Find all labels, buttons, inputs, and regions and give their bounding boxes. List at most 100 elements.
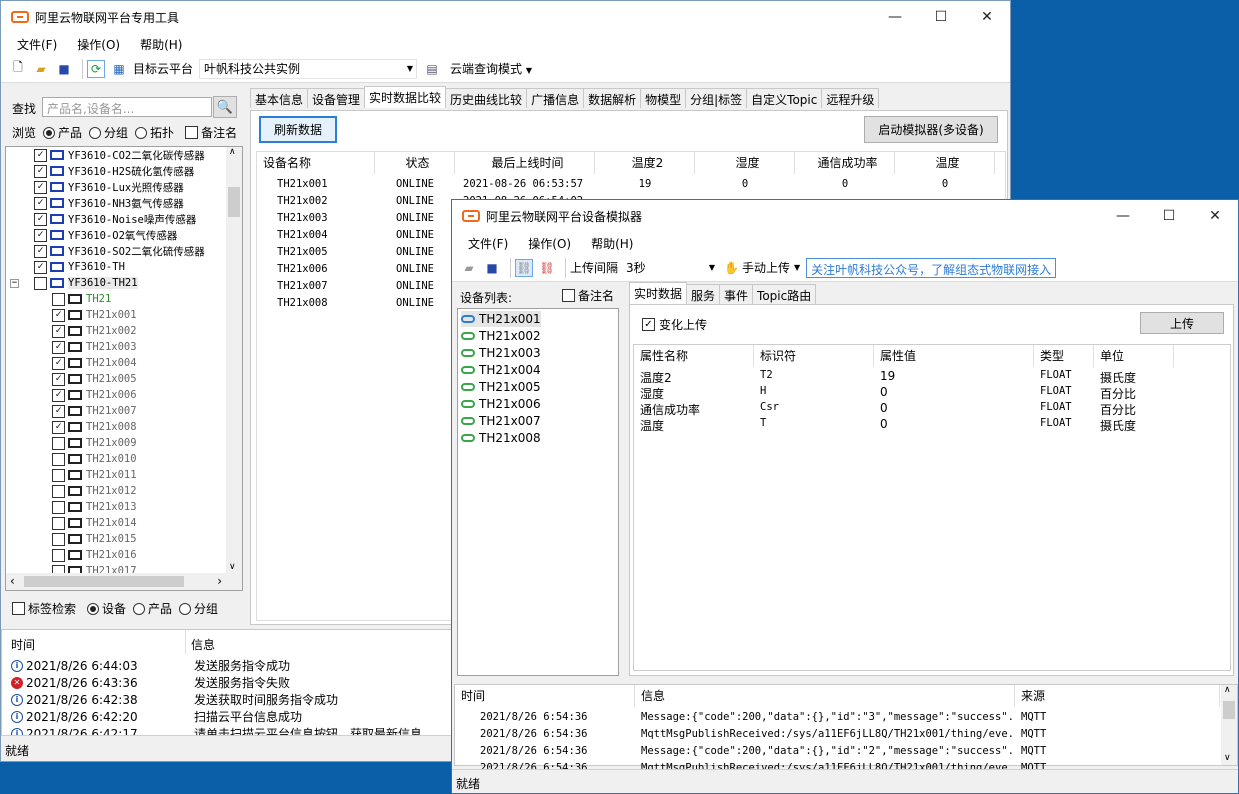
device-list-item[interactable]: TH21x003 bbox=[461, 345, 541, 361]
tree-node[interactable]: ✓ TH21x002 bbox=[52, 323, 137, 339]
upload-interval-select[interactable]: 3秒 ▼ bbox=[622, 257, 719, 278]
network-icon[interactable]: ▦ bbox=[110, 60, 128, 78]
tree-node-checkbox[interactable] bbox=[52, 468, 65, 482]
tree-node[interactable]: ✓ TH21x006 bbox=[52, 387, 137, 403]
menu-operate[interactable]: 操作(O) bbox=[67, 36, 130, 53]
tree-hscroll[interactable]: ‹ › bbox=[6, 573, 242, 590]
minimize-icon[interactable]: — bbox=[1100, 200, 1146, 232]
tree-node-checkbox[interactable]: ✓ bbox=[34, 260, 47, 274]
sim-note-checkbox[interactable] bbox=[562, 289, 575, 302]
sim-log-vscroll-thumb[interactable] bbox=[1223, 701, 1235, 719]
tree-node[interactable]: ✓ TH21x001 bbox=[52, 307, 137, 323]
table-row[interactable]: 通信成功率 Csr 0 FLOAT 百分比 bbox=[634, 401, 1174, 418]
log-column-header[interactable]: 时间 bbox=[455, 685, 635, 707]
device-list-item[interactable]: TH21x004 bbox=[461, 362, 541, 378]
device-list-item[interactable]: TH21x006 bbox=[461, 396, 541, 412]
tag-search-checkbox[interactable] bbox=[12, 602, 25, 615]
tree-node-checkbox[interactable]: ✓ bbox=[34, 164, 47, 178]
tree-node[interactable]: ✓ TH21x003 bbox=[52, 339, 137, 355]
new-file-icon[interactable]: 🗋 bbox=[9, 60, 27, 78]
filter-group-radio[interactable] bbox=[179, 602, 192, 615]
tree-node-checkbox[interactable] bbox=[52, 292, 65, 306]
device-list-item[interactable]: TH21x008 bbox=[461, 430, 541, 446]
save-icon[interactable]: ■ bbox=[483, 259, 501, 277]
maximize-icon[interactable]: ☐ bbox=[918, 1, 964, 33]
search-input[interactable]: 产品名,设备名... bbox=[42, 97, 212, 117]
tree-hscroll-thumb[interactable] bbox=[24, 576, 184, 587]
tree-node[interactable]: TH21x016 bbox=[52, 547, 137, 563]
search-button[interactable]: 🔍 bbox=[213, 96, 237, 118]
list-item[interactable]: i 2021/8/26 6:42:38 发送获取时间服务指令成功 bbox=[11, 691, 338, 708]
sim-tab-3[interactable]: Topic路由 bbox=[752, 284, 817, 304]
sim-log-vscroll[interactable]: ∧ ∨ bbox=[1221, 685, 1237, 765]
sim-tab-2[interactable]: 事件 bbox=[719, 284, 754, 304]
property-column-header[interactable]: 属性值 bbox=[874, 345, 1034, 367]
filter-device-radio[interactable] bbox=[87, 602, 100, 615]
tree-node[interactable]: TH21x014 bbox=[52, 515, 137, 531]
tree-node[interactable]: ✓ YF3610-TH bbox=[34, 259, 125, 275]
filter-product-radio[interactable] bbox=[133, 602, 146, 615]
query-mode-icon[interactable]: ▤ bbox=[423, 60, 441, 78]
table-row[interactable]: 温度 T 0 FLOAT 摄氏度 bbox=[634, 417, 1174, 434]
open-folder-icon[interactable]: ▰ bbox=[460, 259, 478, 277]
tab-3[interactable]: 历史曲线比较 bbox=[445, 88, 528, 108]
tab-5[interactable]: 数据解析 bbox=[583, 88, 642, 108]
tree-node[interactable]: TH21x009 bbox=[52, 435, 137, 451]
tab-4[interactable]: 广播信息 bbox=[526, 88, 585, 108]
grid-column-header[interactable]: 最后上线时间 bbox=[455, 152, 595, 174]
property-column-header[interactable]: 属性名称 bbox=[634, 345, 754, 367]
manual-upload-button[interactable]: ✋ 手动上传 ▼ bbox=[724, 259, 800, 276]
change-upload-checkbox[interactable]: ✓ bbox=[642, 318, 655, 331]
tree-node[interactable]: TH21x011 bbox=[52, 467, 137, 483]
tab-1[interactable]: 设备管理 bbox=[307, 88, 366, 108]
tree-node[interactable]: − YF3610-TH21 bbox=[10, 275, 138, 291]
refresh-icon[interactable]: ⟳ bbox=[87, 59, 105, 78]
tree-node[interactable]: ✓ YF3610-O2氧气传感器 bbox=[34, 227, 177, 243]
list-item[interactable]: i 2021/8/26 6:42:20 扫描云平台信息成功 bbox=[11, 708, 302, 725]
tree-node[interactable]: TH21x013 bbox=[52, 499, 137, 515]
property-column-header[interactable]: 标识符 bbox=[754, 345, 874, 367]
sim-tab-1[interactable]: 服务 bbox=[686, 284, 721, 304]
tree-node-checkbox[interactable]: ✓ bbox=[52, 356, 65, 370]
tree-vscroll-thumb[interactable] bbox=[228, 187, 240, 217]
tree-node-checkbox[interactable]: ✓ bbox=[52, 308, 65, 322]
close-icon[interactable]: ✕ bbox=[964, 1, 1010, 33]
sim-tab-0[interactable]: 实时数据 bbox=[629, 282, 688, 304]
save-icon[interactable]: ■ bbox=[55, 60, 73, 78]
disconnect-icon[interactable]: ⛓ bbox=[538, 259, 556, 277]
tree-vscroll[interactable]: ∧ ∨ bbox=[226, 147, 242, 574]
radio-product[interactable] bbox=[43, 126, 56, 139]
tree-node-checkbox[interactable]: ✓ bbox=[34, 196, 47, 210]
radio-group[interactable] bbox=[89, 126, 102, 139]
main-titlebar[interactable]: 阿里云物联网平台专用工具 — ☐ ✕ bbox=[1, 1, 1010, 33]
list-item[interactable]: 2021/8/26 6:54:36 Message:{"code":200,"da… bbox=[455, 745, 1220, 757]
tree-node[interactable]: TH21x012 bbox=[52, 483, 137, 499]
tree-node-checkbox[interactable] bbox=[52, 532, 65, 546]
tree-node-checkbox[interactable]: ✓ bbox=[34, 148, 47, 162]
sim-device-list[interactable]: TH21x001 TH21x002 TH21x003 TH21x004 TH21x005… bbox=[457, 308, 619, 676]
tree-node[interactable]: ✓ YF3610-NH3氨气传感器 bbox=[34, 195, 184, 211]
target-platform-select[interactable]: 叶帆科技公共实例 ▼ bbox=[199, 58, 418, 79]
tree-node-checkbox[interactable]: ✓ bbox=[52, 372, 65, 386]
tree-node[interactable]: ✓ TH21x005 bbox=[52, 371, 137, 387]
device-tree[interactable]: ✓ YF3610-CO2二氧化碳传感器 ✓ YF3610-H2S硫化氢传感器 ✓ YF36… bbox=[5, 146, 243, 591]
menu-help[interactable]: 帮助(H) bbox=[130, 36, 192, 53]
list-item[interactable]: 2021/8/26 6:54:36 MqttMsgPublishReceived:… bbox=[455, 728, 1220, 740]
sim-log-panel[interactable]: 时间 信息 来源 2021/8/26 6:54:36 Message:{"code":… bbox=[454, 684, 1238, 774]
tree-node[interactable]: ✓ TH21x008 bbox=[52, 419, 137, 435]
property-grid[interactable]: 属性名称 标识符 属性值 类型 单位 温度2 T2 19 FLOAT 摄氏度 湿度 H 0 FLOAT 百… bbox=[633, 344, 1231, 671]
tree-node-checkbox[interactable] bbox=[34, 276, 47, 290]
tree-node-checkbox[interactable]: ✓ bbox=[34, 228, 47, 242]
device-list-item[interactable]: TH21x001 bbox=[461, 311, 541, 327]
sim-menu-operate[interactable]: 操作(O) bbox=[518, 235, 581, 252]
tab-0[interactable]: 基本信息 bbox=[250, 88, 309, 108]
tree-node[interactable]: ✓ YF3610-CO2二氧化碳传感器 bbox=[34, 147, 205, 163]
log-column-header[interactable]: 来源 bbox=[1015, 685, 1220, 707]
table-row[interactable]: TH21x001 ONLINE 2021-08-26 06:53:57 19 0 0 0 bbox=[257, 178, 995, 190]
start-simulator-button[interactable]: 启动模拟器(多设备) bbox=[864, 116, 998, 143]
device-list-item[interactable]: TH21x007 bbox=[461, 413, 541, 429]
tree-node-checkbox[interactable] bbox=[52, 500, 65, 514]
list-item[interactable]: 2021/8/26 6:54:36 Message:{"code":200,"da… bbox=[455, 711, 1220, 723]
tree-node-checkbox[interactable] bbox=[52, 452, 65, 466]
sim-menu-file[interactable]: 文件(F) bbox=[452, 235, 518, 252]
